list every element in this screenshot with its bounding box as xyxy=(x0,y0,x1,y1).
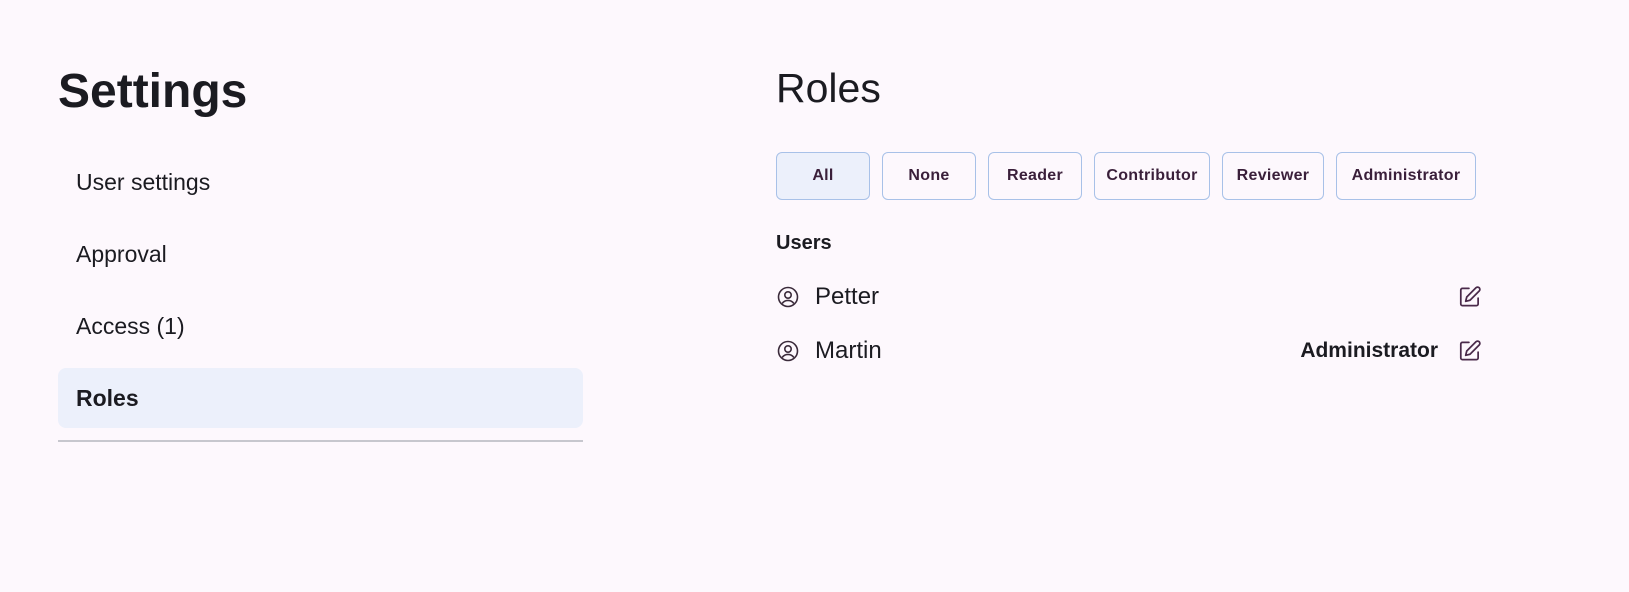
user-row: Petter xyxy=(776,270,1492,324)
page-title: Settings xyxy=(58,65,248,118)
user-row: Martin Administrator xyxy=(776,324,1492,378)
user-role: Administrator xyxy=(1300,339,1438,362)
user-name: Martin xyxy=(815,337,882,364)
filter-none-chip[interactable]: None xyxy=(882,152,976,200)
nav-item-access[interactable]: Access (1) xyxy=(58,296,583,356)
filter-administrator-chip[interactable]: Administrator xyxy=(1336,152,1476,200)
edit-icon[interactable] xyxy=(1456,337,1484,365)
account-circle-icon xyxy=(776,339,800,363)
users-heading: Users xyxy=(776,232,832,254)
nav-item-label: Approval xyxy=(76,240,167,267)
filter-contributor-chip[interactable]: Contributor xyxy=(1094,152,1210,200)
nav-item-approval[interactable]: Approval xyxy=(58,224,583,284)
user-list: Petter Martin Administrator xyxy=(776,270,1492,378)
nav-item-user-settings[interactable]: User settings xyxy=(58,152,583,212)
edit-icon[interactable] xyxy=(1456,283,1484,311)
role-filter-group: All None Reader Contributor Reviewer Adm… xyxy=(776,152,1476,200)
settings-nav: User settings Approval Access (1) Roles xyxy=(58,152,583,442)
user-name: Petter xyxy=(815,283,880,310)
filter-reader-chip[interactable]: Reader xyxy=(988,152,1082,200)
filter-all-chip[interactable]: All xyxy=(776,152,870,200)
nav-item-label: User settings xyxy=(76,168,211,195)
nav-item-label: Roles xyxy=(76,384,139,411)
filter-reviewer-chip[interactable]: Reviewer xyxy=(1222,152,1324,200)
nav-item-label: Access (1) xyxy=(76,312,185,339)
roles-title: Roles xyxy=(776,65,881,111)
nav-item-roles[interactable]: Roles xyxy=(58,368,583,428)
account-circle-icon xyxy=(776,285,800,309)
